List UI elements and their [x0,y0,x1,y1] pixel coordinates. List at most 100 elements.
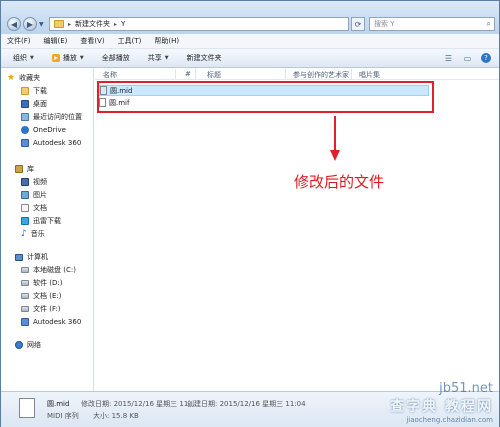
sidebar-item-label: 收藏夹 [19,74,41,82]
sidebar-item-label: 下载 [33,87,47,95]
sidebar-item-recent[interactable]: 最近访问的位置 [21,111,82,123]
search-input[interactable]: 搜索 Y ⌕ [369,17,495,31]
midi-file-icon [19,398,35,418]
folder-icon [54,20,64,28]
play-all-button[interactable]: 全部播放 [102,53,130,63]
breadcrumb-separator-icon[interactable]: ▸ [114,21,117,28]
watermark-site: jb51.net [439,381,493,396]
sidebar-item-drive-f[interactable]: 文件 (F:) [21,303,61,315]
video-icon [21,178,29,186]
sidebar-item-music[interactable]: ♪ 音乐 [21,228,45,240]
sidebar-item-label: 网络 [27,341,41,349]
chevron-down-icon: ▼ [164,55,169,61]
play-icon [51,54,60,62]
column-name[interactable]: 名称 [103,70,117,80]
music-note-icon: ♪ [21,229,27,239]
organize-button[interactable]: 组织 ▼ [13,53,34,63]
detail-created-date: 创建日期: 2015/12/16 星期三 11:04 [187,400,306,408]
sidebar-item-documents[interactable]: 文档 [21,202,47,214]
column-number[interactable]: # [185,70,191,78]
document-icon [21,204,29,212]
sidebar-item-label: 桌面 [33,100,47,108]
column-title[interactable]: 标题 [207,70,221,80]
drive-icon [21,280,29,286]
detail-file-type: MIDI 序列 [47,412,79,420]
chevron-down-icon: ▼ [30,55,34,61]
menu-edit[interactable]: 编辑(E) [44,36,68,46]
menu-help[interactable]: 帮助(H) [154,36,179,46]
sidebar-item-libraries[interactable]: 库 [15,163,34,175]
column-divider[interactable] [351,69,352,79]
menu-tools[interactable]: 工具(T) [118,36,142,46]
downloads-folder-icon [21,87,29,95]
network-icon [15,341,23,349]
sidebar-item-computer[interactable]: 计算机 [15,251,48,263]
sidebar-item-autodesk[interactable]: Autodesk 360 [21,137,81,149]
organize-label: 组织 [13,54,27,62]
navigation-pane: ★ 收藏夹 下载 桌面 最近访问的位置 OneDrive Autodesk 36… [1,68,94,391]
back-arrow-icon: ◀ [10,19,18,29]
column-divider[interactable] [285,69,286,79]
desktop-icon [21,100,29,108]
sidebar-item-videos[interactable]: 视频 [21,176,47,188]
back-button[interactable]: ◀ [7,17,21,31]
sidebar-item-label: 计算机 [27,253,48,261]
sidebar-item-desktop[interactable]: 桌面 [21,98,47,110]
command-toolbar: 组织 ▼ 播放 ▼ 全部播放 共享 ▼ 新建文件夹 ☰ ▭ ? [1,49,499,68]
menu-file[interactable]: 文件(F) [7,36,31,46]
watermark-url: jiaocheng.chazidian.com [406,416,493,424]
toolbar-right-group: ☰ ▭ ? [443,53,491,64]
breadcrumb-separator-icon[interactable]: ▸ [68,21,71,28]
share-label: 共享 [147,54,162,62]
new-folder-label: 新建文件夹 [186,54,222,62]
column-divider[interactable] [195,69,196,79]
breadcrumb-item[interactable]: Y [121,20,125,28]
search-placeholder: 搜索 Y [374,20,395,28]
sidebar-item-drive-d[interactable]: 软件 (D:) [21,277,62,289]
play-button[interactable]: 播放 ▼ [51,53,84,63]
cloud-icon [21,126,29,134]
search-icon[interactable]: ⌕ [487,19,491,29]
view-options-icon[interactable]: ☰ [443,53,454,64]
sidebar-item-drive-c[interactable]: 本地磁盘 (C:) [21,264,76,276]
star-icon: ★ [7,73,16,83]
sidebar-item-label: Autodesk 360 [33,318,82,326]
forward-arrow-icon: ▶ [26,19,34,29]
sidebar-item-label: 音乐 [30,230,45,238]
forward-button[interactable]: ▶ [23,17,37,31]
sidebar-item-favorites[interactable]: ★ 收藏夹 [7,72,40,84]
file-list-pane: 名称 # 标题 参与创作的艺术家 唱片集 圆.mid 圆.mif [95,68,499,391]
history-dropdown-icon[interactable]: ▼ [39,21,44,28]
detail-file-name: 圆.mid [47,400,70,408]
sidebar-item-label: OneDrive [33,126,66,134]
sidebar-item-thunder[interactable]: 迅雷下载 [21,215,61,227]
column-artist[interactable]: 参与创作的艺术家 [293,70,349,80]
address-bar[interactable]: ▸ 新建文件夹 ▸ Y [49,17,349,31]
sidebar-item-downloads[interactable]: 下载 [21,85,47,97]
sidebar-item-label: 库 [27,165,34,173]
menu-view[interactable]: 查看(V) [80,36,104,46]
sidebar-item-pictures[interactable]: 图片 [21,189,47,201]
picture-icon [21,191,29,199]
drive-icon [21,267,29,273]
drive-icon [21,293,29,299]
preview-pane-icon[interactable]: ▭ [462,53,473,64]
sidebar-item-label: 文件 (F:) [33,305,61,313]
help-icon[interactable]: ? [481,53,491,63]
column-album[interactable]: 唱片集 [359,70,380,80]
new-folder-button[interactable]: 新建文件夹 [187,53,222,63]
share-button[interactable]: 共享 ▼ [148,53,169,63]
sidebar-item-autodesk-2[interactable]: Autodesk 360 [21,316,81,328]
play-all-label: 全部播放 [101,54,130,62]
sidebar-item-drive-e[interactable]: 文档 (E:) [21,290,61,302]
breadcrumb-item[interactable]: 新建文件夹 [75,19,110,29]
refresh-button[interactable]: ⟳ [351,17,365,31]
watermark: jb51.net 查字典 教程网 jiaocheng.chazidian.com [390,381,493,424]
sidebar-item-onedrive[interactable]: OneDrive [21,124,66,136]
sidebar-item-label: 软件 (D:) [33,279,63,287]
recent-places-icon [21,113,29,121]
refresh-icon: ⟳ [354,19,362,29]
column-divider[interactable] [175,69,176,79]
sidebar-item-network[interactable]: 网络 [15,339,41,351]
watermark-title: 查字典 教程网 [390,399,493,415]
